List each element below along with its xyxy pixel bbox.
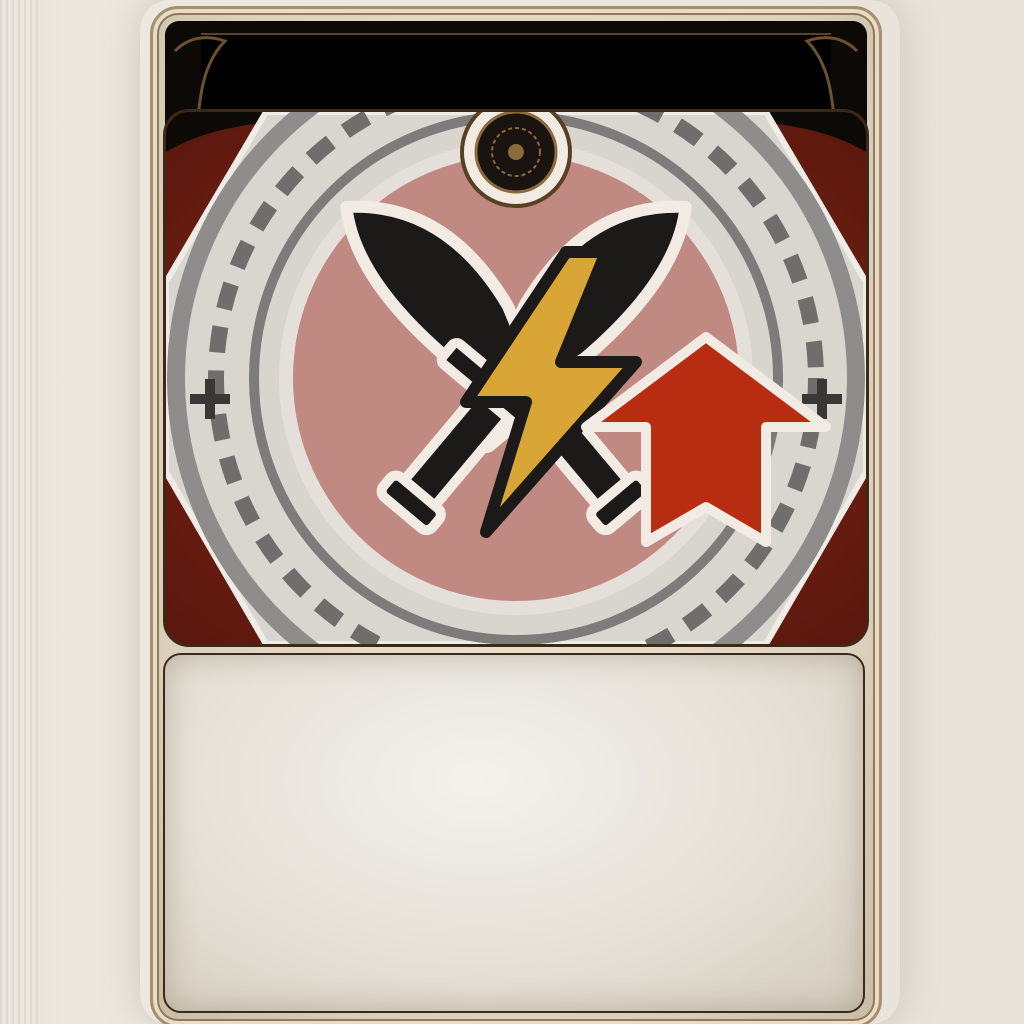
medallion-icon: [460, 112, 572, 208]
page-edge-stripes: [0, 0, 40, 1024]
card-art: [163, 109, 869, 647]
emblem-art: [166, 112, 866, 644]
description-box: [163, 653, 865, 1013]
ability-card[interactable]: [150, 6, 882, 1024]
card-description: [165, 655, 863, 711]
scene-background: [0, 0, 1024, 1024]
